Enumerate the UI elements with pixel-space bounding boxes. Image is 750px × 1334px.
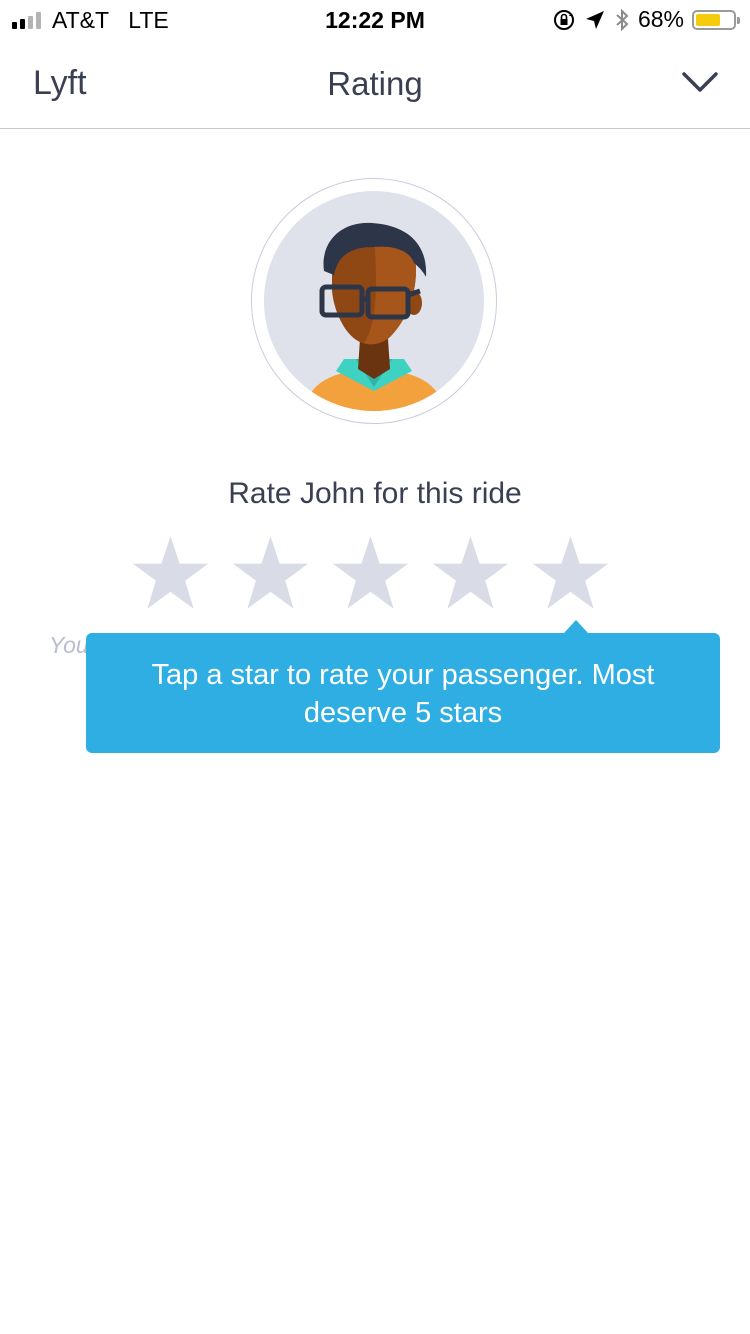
star-1-icon[interactable] <box>132 534 209 611</box>
passenger-avatar-frame <box>251 178 497 424</box>
avatar-illustration <box>304 222 444 411</box>
navigation-bar: Lyft Rating <box>0 40 750 129</box>
tooltip-arrow <box>563 620 589 634</box>
star-5-icon[interactable] <box>532 534 609 611</box>
star-3-icon[interactable] <box>332 534 409 611</box>
battery-level-fill <box>696 13 720 26</box>
status-bar: AT&T LTE 12:22 PM 68% <box>0 0 750 40</box>
orientation-lock-icon <box>553 9 574 30</box>
location-arrow-icon <box>585 10 604 29</box>
rate-passenger-heading: Rate John for this ride <box>228 477 522 510</box>
page-title: Rating <box>327 65 423 102</box>
chevron-down-icon[interactable] <box>680 66 720 100</box>
battery-percent: 68% <box>637 6 684 32</box>
passenger-avatar <box>264 191 484 411</box>
rating-tooltip[interactable]: Tap a star to rate your passenger. Most … <box>86 633 720 753</box>
tooltip-text: Tap a star to rate your passenger. Most … <box>151 659 655 729</box>
rating-hint-text: You <box>49 632 89 658</box>
bluetooth-icon <box>616 8 629 31</box>
battery-icon <box>692 9 740 30</box>
status-right-cluster: 68% <box>552 6 740 33</box>
star-4-icon[interactable] <box>432 534 509 611</box>
star-rating <box>132 534 609 611</box>
star-2-icon[interactable] <box>232 534 309 611</box>
